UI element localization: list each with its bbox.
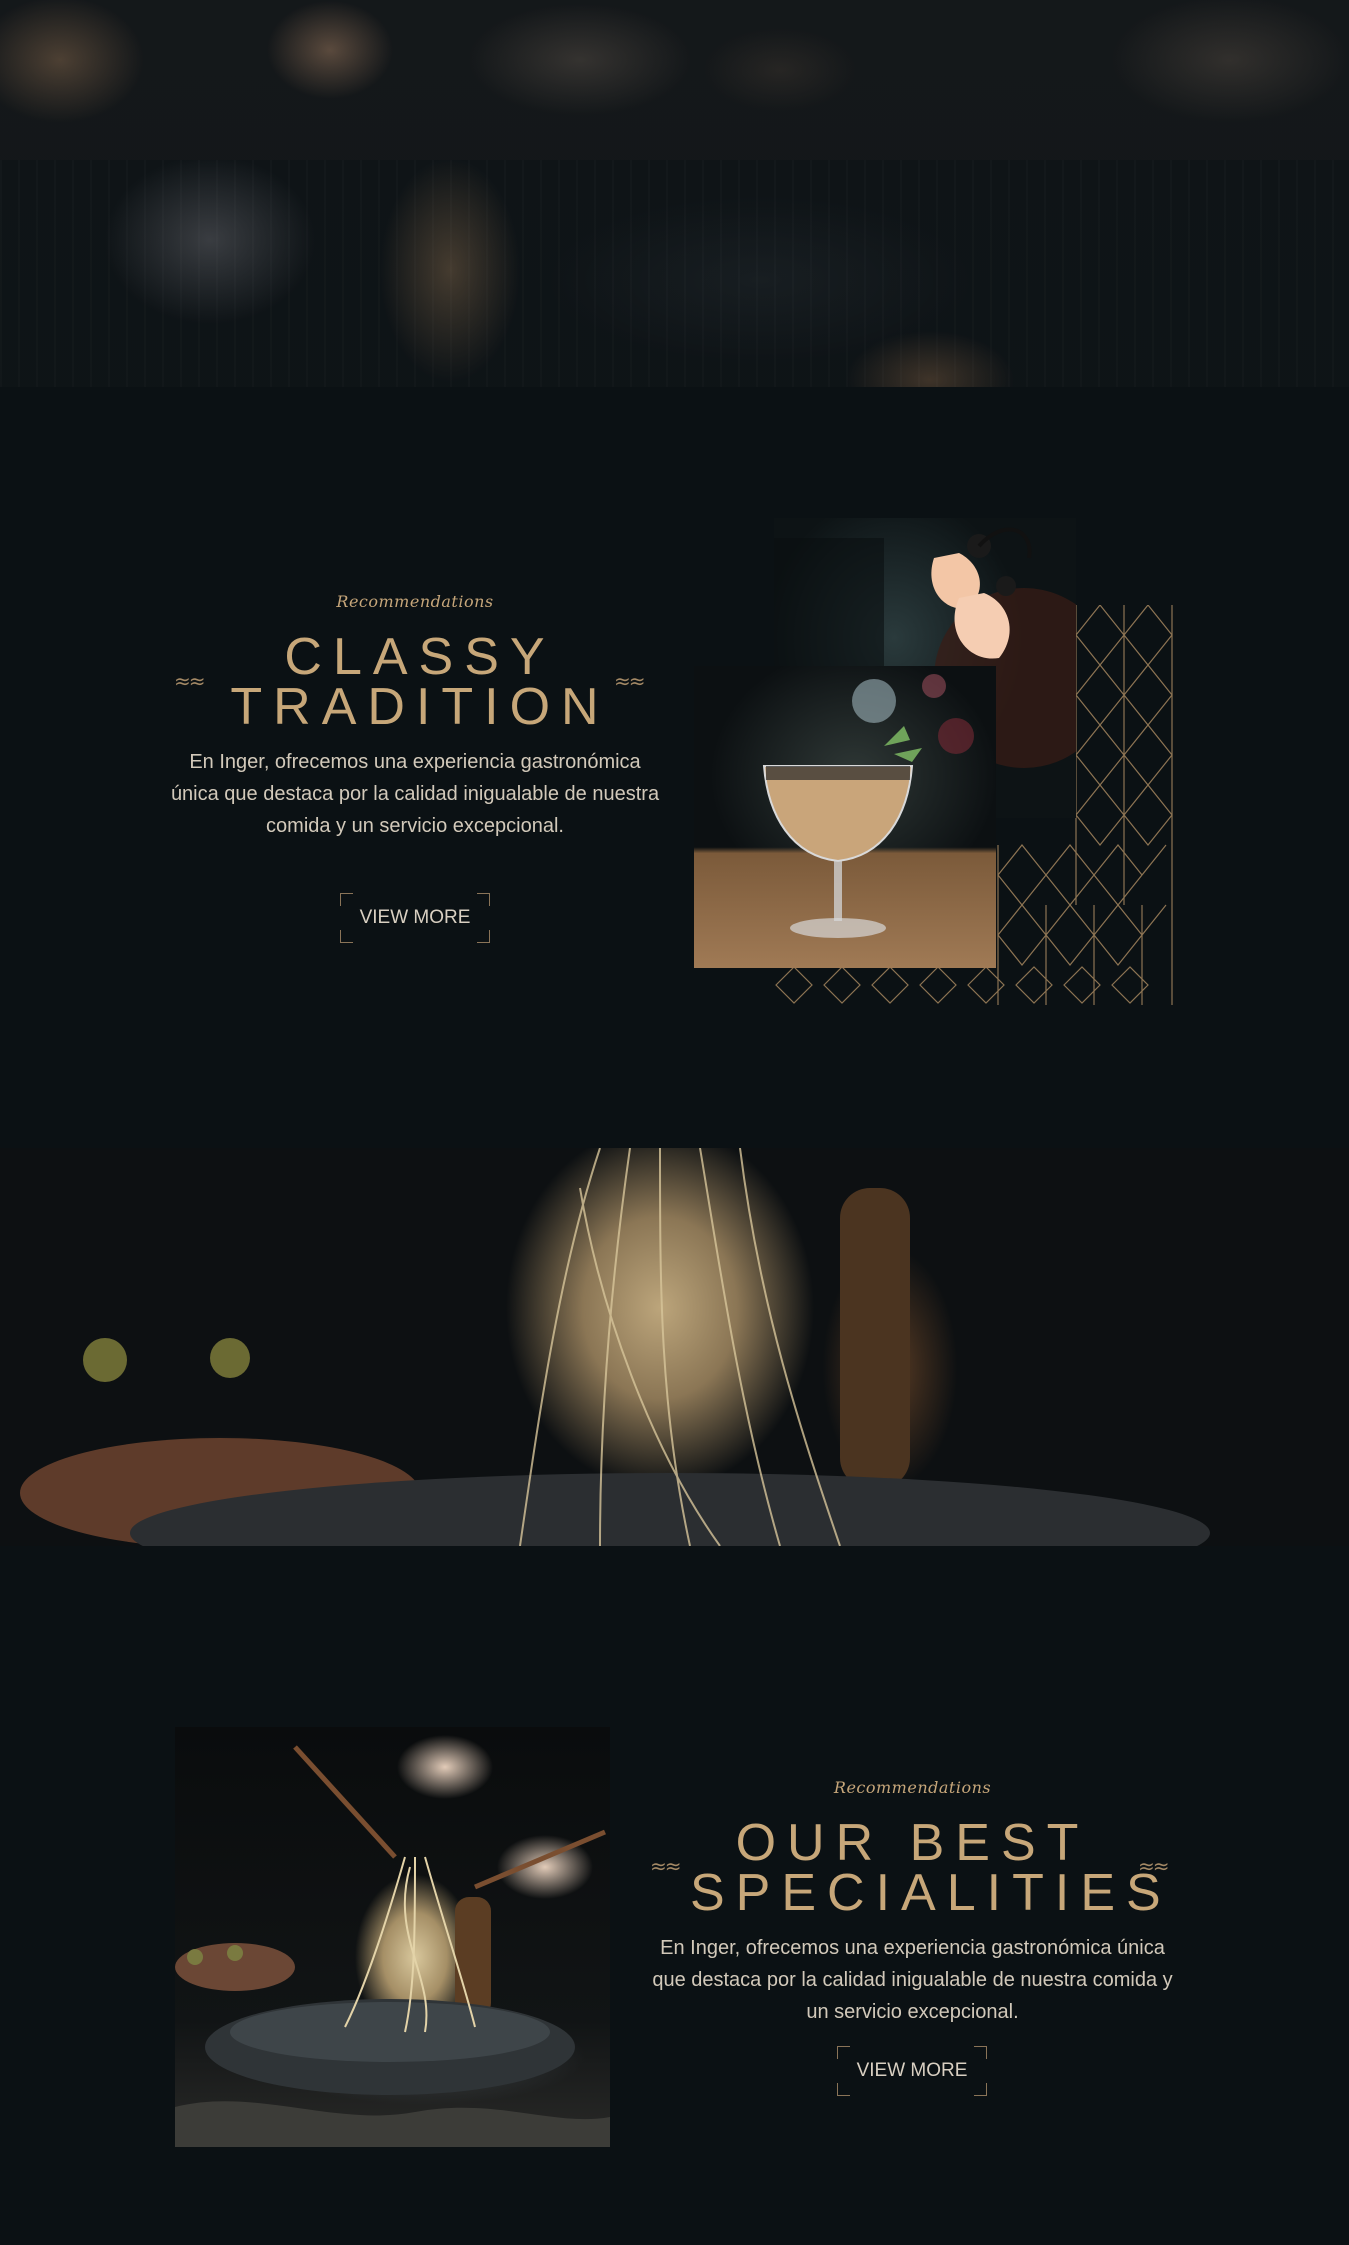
corner-bracket bbox=[837, 2083, 850, 2096]
section-description: En Inger, ofrecemos una experiencia gast… bbox=[652, 1937, 1173, 2023]
corner-bracket bbox=[340, 893, 353, 906]
corner-bracket bbox=[974, 2046, 987, 2059]
divider-ornament-right: ≈≈ bbox=[614, 669, 645, 693]
corner-bracket bbox=[477, 930, 490, 943]
corner-bracket bbox=[837, 2046, 850, 2059]
section-title: OUR BEST SPECIALITIES bbox=[690, 1814, 1172, 1922]
pasta-dish-photo bbox=[175, 1727, 610, 2147]
title-line-1: OUR BEST bbox=[735, 1814, 1090, 1872]
pasta-illustration bbox=[20, 1148, 1210, 1546]
section-description: En Inger, ofrecemos una experiencia gast… bbox=[170, 751, 660, 837]
section-eyebrow: Recommendations bbox=[833, 1778, 992, 1797]
divider-ornament-left: ≈≈ bbox=[174, 669, 205, 693]
cocktail-illustration bbox=[762, 674, 974, 938]
pasta-photo-band bbox=[0, 1148, 1349, 1546]
view-more-button[interactable]: VIEW MORE bbox=[340, 893, 490, 943]
hero-photo-band bbox=[0, 0, 1349, 387]
section-eyebrow: Recommendations bbox=[336, 592, 494, 611]
view-more-button[interactable]: VIEW MORE bbox=[837, 2046, 987, 2096]
view-more-label: VIEW MORE bbox=[856, 2060, 968, 2081]
title-line-2: SPECIALITIES bbox=[690, 1864, 1172, 1922]
view-more-label: VIEW MORE bbox=[359, 907, 471, 928]
corner-bracket bbox=[974, 2083, 987, 2096]
corner-bracket bbox=[340, 930, 353, 943]
divider-ornament-left: ≈≈ bbox=[650, 1854, 681, 1878]
section-title: CLASSY TRADITION bbox=[230, 628, 610, 736]
cocktail-photo bbox=[694, 666, 996, 968]
photo-overlay bbox=[0, 0, 1349, 387]
title-line-1: CLASSY bbox=[284, 628, 556, 686]
divider-ornament-right: ≈≈ bbox=[1138, 1854, 1169, 1878]
corner-bracket bbox=[477, 893, 490, 906]
title-line-2: TRADITION bbox=[230, 678, 610, 736]
dish-illustration bbox=[175, 1745, 610, 2147]
